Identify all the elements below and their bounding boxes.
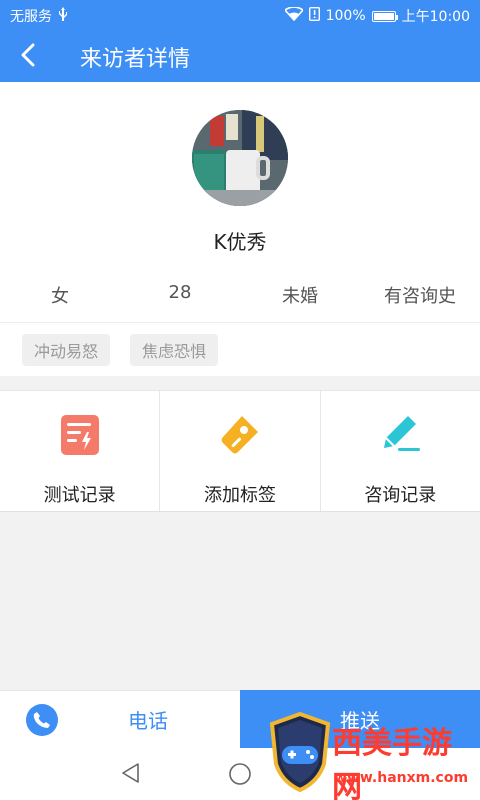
tag-icon (216, 411, 264, 459)
back-button[interactable] (0, 32, 56, 82)
phone-icon (26, 703, 58, 736)
clock: 上午10:00 (401, 9, 470, 25)
gamepad-shield-icon (268, 711, 332, 796)
gender-value: 女 (51, 286, 69, 307)
tag-list: 冲动易怒 焦虑恐惧 (0, 322, 480, 376)
tag-item[interactable]: 冲动易怒 (22, 333, 111, 366)
back-chevron-icon (21, 43, 35, 71)
consult-record-button[interactable]: 咨询记录 (321, 391, 480, 511)
test-record-button[interactable]: 测试记录 (0, 391, 161, 511)
consult-history-value: 有咨询史 (384, 286, 456, 307)
nav-back-triangle-icon[interactable] (120, 762, 142, 788)
call-label: 电话 (128, 709, 168, 733)
consult-record-label: 咨询记录 (364, 485, 437, 506)
title-bar: 来访者详情 (0, 32, 480, 82)
status-bar: 无服务 100% 上午10:00 (0, 0, 480, 32)
watermark-url: www.hanxm.com (334, 770, 469, 786)
sim-alert-icon (308, 6, 320, 25)
wifi-icon (283, 6, 304, 25)
status-left: 无服务 (10, 6, 68, 26)
action-grid: 测试记录 添加标签 咨询记录 (0, 390, 480, 512)
marital-status-value: 未婚 (282, 286, 318, 307)
status-right: 100% 上午10:00 (283, 6, 470, 26)
tag-item[interactable]: 焦虑恐惧 (130, 333, 219, 366)
page-title: 来访者详情 (80, 47, 191, 72)
age-value: 28 (168, 282, 192, 303)
carrier-text: 无服务 (10, 9, 52, 25)
test-record-label: 测试记录 (43, 485, 116, 506)
add-tag-label: 添加标签 (203, 485, 276, 506)
watermark-title: 西美手游网 (332, 726, 452, 800)
battery-fill (373, 12, 394, 20)
avatar[interactable] (192, 110, 288, 206)
profile-card: K优秀 女 28 未婚 有咨询史 (0, 82, 480, 322)
info-row: 女 28 未婚 有咨询史 (0, 282, 480, 308)
visitor-name: K优秀 (213, 230, 267, 254)
battery-icon (371, 10, 398, 22)
nav-home-circle-icon[interactable] (228, 762, 252, 790)
usb-icon (58, 7, 68, 25)
add-tag-button[interactable]: 添加标签 (160, 391, 321, 511)
battery-percent: 100% (325, 8, 366, 24)
edit-pen-icon (376, 411, 424, 459)
call-button[interactable]: 电话 (0, 690, 240, 748)
watermark: 西美手游网 www.hanxm.com (268, 711, 480, 800)
test-record-icon (56, 411, 104, 459)
